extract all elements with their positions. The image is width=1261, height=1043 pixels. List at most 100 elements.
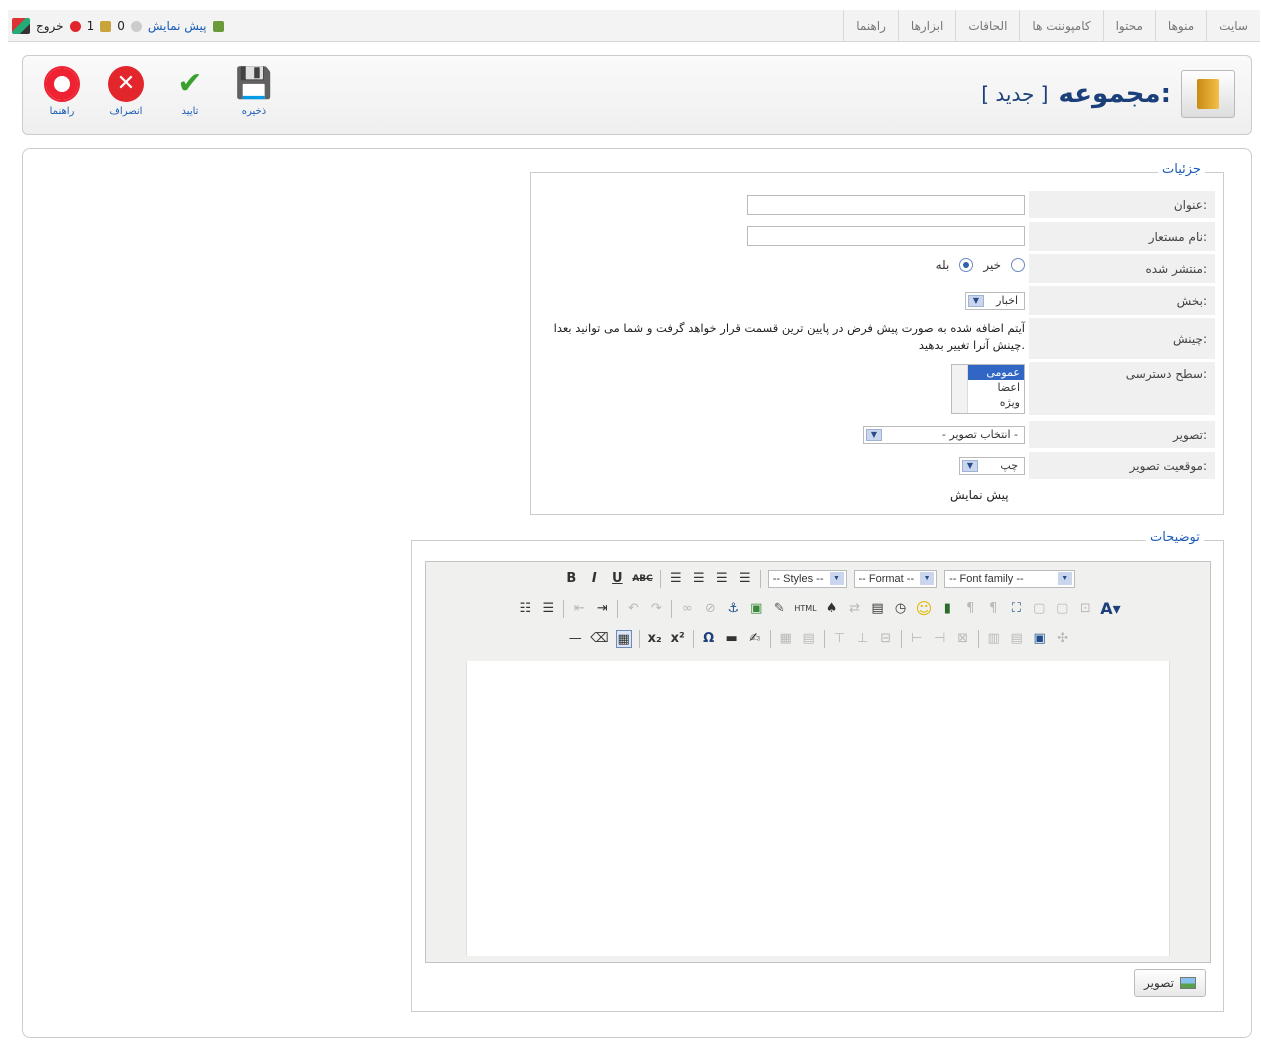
editor-content-area[interactable] — [466, 661, 1170, 956]
menu-components[interactable]: کامپوننت ها — [1019, 10, 1102, 42]
undo-icon[interactable]: ↶ — [625, 600, 641, 618]
link-icon[interactable]: ∞ — [679, 600, 695, 618]
alias-label: نام مستعار: — [1029, 222, 1215, 252]
outdent-icon[interactable]: ⇤ — [571, 600, 587, 618]
styles-select[interactable]: -- Styles -- — [767, 570, 847, 588]
image-position-select[interactable]: چپ ▼ — [959, 457, 1025, 475]
format-select[interactable]: -- Format -- — [853, 570, 938, 588]
insert-row-after-icon[interactable]: ⊥ — [855, 630, 871, 648]
toolbar-separator — [617, 600, 619, 618]
messages-count[interactable]: 1 — [87, 19, 95, 33]
image-position-value: چپ — [1000, 459, 1018, 472]
menu-tools[interactable]: ابزارها — [897, 10, 955, 42]
bold-icon[interactable]: B — [563, 570, 579, 588]
cancel-button[interactable]: ✕ انصراف — [101, 66, 151, 117]
underline-icon[interactable]: U — [609, 570, 625, 588]
align-left-icon[interactable]: ☰ — [668, 570, 684, 588]
split-cells-icon[interactable]: ▥ — [986, 630, 1002, 648]
chevron-down-icon: ▼ — [866, 429, 882, 441]
html-source-icon[interactable]: HTML — [794, 600, 816, 618]
section-select[interactable]: اخبار ▼ — [965, 292, 1025, 310]
alias-input[interactable] — [747, 226, 1025, 246]
media-icon[interactable]: ▮ — [939, 600, 955, 618]
italic-icon[interactable]: I — [586, 570, 602, 588]
title-input[interactable] — [747, 195, 1025, 215]
insert-image-icon[interactable]: ▣ — [748, 600, 764, 618]
numbered-list-icon[interactable]: ☰ — [540, 600, 556, 618]
insert-time-icon[interactable]: ◷ — [893, 600, 909, 618]
details-legend: جزئیات — [1158, 162, 1205, 177]
messages-icon — [69, 20, 81, 32]
fullscreen-icon[interactable]: ⛶ — [1008, 600, 1024, 618]
indent-icon[interactable]: ⇥ — [594, 600, 610, 618]
visual-aid-icon[interactable]: ▦ — [615, 630, 632, 648]
special-char-icon[interactable]: Ω — [701, 630, 717, 648]
cleanup-icon[interactable]: ✎ — [771, 600, 787, 618]
published-no-radio[interactable] — [1011, 258, 1025, 272]
rtl-icon[interactable]: ¶ — [985, 600, 1001, 618]
replace-icon[interactable]: ⇄ — [847, 600, 863, 618]
align-right-icon[interactable]: ☰ — [714, 570, 730, 588]
insert-layer-icon[interactable]: ▬ — [724, 630, 740, 648]
bullet-list-icon[interactable]: ☷ — [517, 600, 533, 618]
select-all-icon[interactable]: ⊡ — [1077, 600, 1093, 618]
editor-toolbar-row-3: — ⌫ ▦ x₂ x² Ω ▬ ✍ ▦ ▤ ⊤ ⊥ ⊟ ⊢ ⊣ ⊠ ▥ ▤ ▣ … — [426, 626, 1212, 652]
delete-row-icon[interactable]: ⊟ — [878, 630, 894, 648]
paste-word-icon[interactable]: ▢ — [1054, 600, 1070, 618]
top-menu-bar: سایت منوها محتوا کامپوننت ها الحاقات ابز… — [8, 10, 1260, 42]
delete-col-icon[interactable]: ⊠ — [955, 630, 971, 648]
text-color-icon[interactable]: A▾ — [1100, 600, 1120, 618]
insert-col-after-icon[interactable]: ⊣ — [932, 630, 948, 648]
insert-row-before-icon[interactable]: ⊤ — [832, 630, 848, 648]
menu-site[interactable]: سایت — [1206, 10, 1260, 42]
menu-menus[interactable]: منوها — [1154, 10, 1206, 42]
align-center-icon[interactable]: ☰ — [691, 570, 707, 588]
superscript-icon[interactable]: x² — [670, 630, 686, 648]
site-icon — [212, 20, 224, 32]
menu-help[interactable]: راهنما — [843, 10, 898, 42]
table-icon[interactable]: ▦ — [778, 630, 794, 648]
insert-date-icon[interactable]: ▤ — [870, 600, 886, 618]
insert-image-button[interactable]: تصویر — [1134, 969, 1206, 997]
align-justify-icon[interactable]: ☰ — [737, 570, 753, 588]
cell-props-icon[interactable]: ▣ — [1032, 630, 1048, 648]
access-listbox[interactable]: عمومی اعضا ویژه — [951, 364, 1025, 414]
font-family-select[interactable]: -- Font family -- — [944, 570, 1075, 588]
image-select[interactable]: - انتخاب تصویر - ▼ — [863, 426, 1025, 444]
listbox-scrollbar[interactable] — [952, 365, 968, 413]
insert-col-before-icon[interactable]: ⊢ — [909, 630, 925, 648]
apply-button[interactable]: ✔ تایید — [165, 66, 215, 117]
page-subtitle: [ جدید ] — [981, 82, 1049, 106]
redo-icon[interactable]: ↷ — [648, 600, 664, 618]
anchor-icon[interactable]: ⚓ — [725, 600, 741, 618]
logout-link[interactable]: خروج — [36, 19, 64, 33]
horizontal-rule-icon[interactable]: — — [567, 630, 583, 648]
published-label: منتشر شده: — [1029, 254, 1215, 284]
remove-format-icon[interactable]: ⌫ — [590, 630, 608, 648]
table-row-props-icon[interactable]: ▤ — [801, 630, 817, 648]
toolbar-separator — [563, 600, 565, 618]
logout-icon[interactable] — [12, 18, 30, 34]
toolbar-separator — [671, 600, 673, 618]
menu-extensions[interactable]: الحاقات — [955, 10, 1019, 42]
preview-link[interactable]: پیش نمایش — [148, 19, 207, 33]
published-yes-radio[interactable] — [959, 258, 974, 272]
paste-text-icon[interactable]: ▢ — [1031, 600, 1047, 618]
unlink-icon[interactable]: ⊘ — [702, 600, 718, 618]
toolbar: راهنما ✕ انصراف ✔ تایید 💾 ذخیره — [37, 66, 279, 117]
users-count[interactable]: 0 — [117, 19, 125, 33]
emoticon-icon[interactable]: ☺ — [916, 600, 933, 618]
attributes-icon[interactable]: ✣ — [1055, 630, 1071, 648]
cancel-label: انصراف — [109, 106, 143, 117]
help-button[interactable]: راهنما — [37, 66, 87, 117]
subscript-icon[interactable]: x₂ — [647, 630, 663, 648]
menu-content[interactable]: محتوا — [1102, 10, 1155, 42]
edit-icon[interactable]: ✍ — [747, 630, 763, 648]
find-icon[interactable]: ♠ — [824, 600, 840, 618]
cancel-icon: ✕ — [108, 66, 144, 102]
ltr-icon[interactable]: ¶ — [962, 600, 978, 618]
save-button[interactable]: 💾 ذخیره — [229, 66, 279, 117]
merge-cells-icon[interactable]: ▤ — [1009, 630, 1025, 648]
strikethrough-icon[interactable]: ABC — [632, 570, 652, 588]
users-icon — [100, 20, 112, 32]
